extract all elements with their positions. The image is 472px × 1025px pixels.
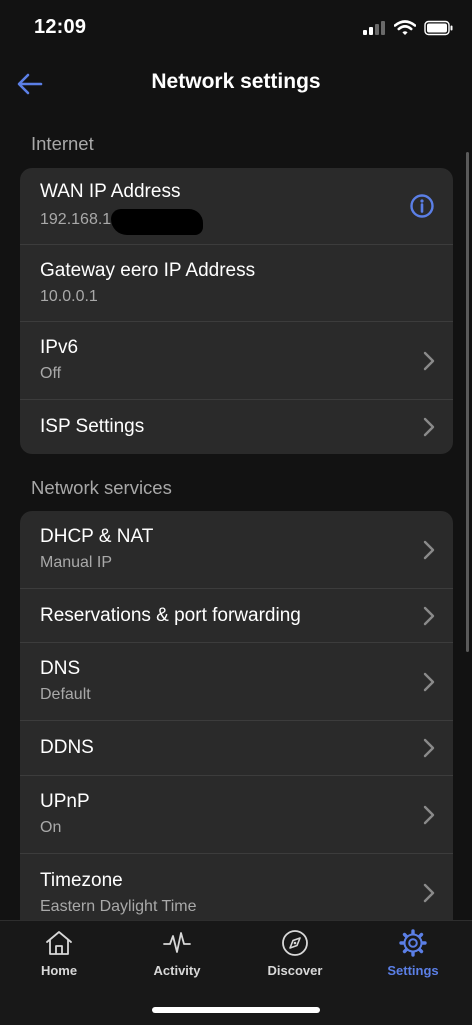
tab-discover[interactable]: Discover — [236, 929, 354, 978]
row-value: Off — [40, 365, 62, 382]
internet-card: WAN IP Address 192.168.1 Gateway eero IP… — [20, 168, 453, 454]
row-ddns[interactable]: DDNS — [20, 721, 453, 776]
row-value: 10.0.0.1 — [40, 287, 98, 305]
row-label: IPv6 — [40, 337, 79, 358]
tab-label: Home — [40, 963, 78, 978]
chevron-right-icon — [423, 417, 435, 437]
page-title: Network settings — [151, 70, 321, 93]
row-value: Default — [40, 686, 91, 703]
row-label: DNS — [40, 658, 81, 679]
row-ipv6[interactable]: IPv6 Off — [20, 322, 453, 400]
tab-label: Activity — [153, 963, 201, 978]
house-icon — [46, 931, 72, 955]
row-timezone[interactable]: Timezone Eastern Daylight Time — [20, 854, 453, 920]
wifi-icon — [394, 20, 416, 35]
row-label: UPnP — [40, 791, 90, 812]
row-dhcp-nat[interactable]: DHCP & NAT Manual IP — [20, 511, 453, 589]
chevron-right-icon — [423, 540, 435, 559]
row-dns[interactable]: DNS Default — [20, 643, 453, 721]
cellular-signal-icon — [363, 21, 385, 35]
row-isp-settings[interactable]: ISP Settings — [20, 400, 453, 454]
section-title-internet: Internet — [31, 133, 94, 154]
wan-ip-value: 192.168.1 — [40, 210, 112, 228]
tab-activity[interactable]: Activity — [118, 929, 236, 978]
row-value: Manual IP — [40, 554, 113, 571]
chevron-right-icon — [423, 883, 435, 903]
network-services-card: DHCP & NAT Manual IP Reservations & port… — [20, 511, 453, 920]
row-label: Reservations & port forwarding — [40, 604, 301, 626]
row-label: ISP Settings — [40, 416, 145, 437]
chevron-right-icon — [423, 805, 435, 824]
section-title-network-services: Network services — [31, 477, 172, 498]
settings-scroll-area[interactable]: Internet WAN IP Address 192.168.1 Gatewa… — [0, 118, 472, 920]
home-indicator[interactable] — [152, 1007, 320, 1013]
tab-label: Settings — [387, 963, 439, 978]
nav-bar: Network settings — [0, 58, 472, 110]
redaction-mark — [111, 208, 204, 235]
row-value: 192.168.1 — [40, 207, 393, 235]
row-label: WAN IP Address — [40, 180, 181, 202]
row-upnp[interactable]: UPnP On — [20, 776, 453, 854]
gear-icon — [399, 929, 427, 957]
row-gateway-eero-ip-address[interactable]: Gateway eero IP Address 10.0.0.1 — [20, 245, 453, 322]
row-wan-ip-address[interactable]: WAN IP Address 192.168.1 — [20, 168, 453, 245]
row-label: DHCP & NAT — [40, 526, 154, 547]
chevron-right-icon — [423, 738, 435, 758]
row-label: DDNS — [40, 737, 94, 758]
chevron-right-icon — [423, 672, 435, 691]
info-icon — [410, 194, 434, 218]
row-label: Timezone — [40, 869, 123, 891]
info-button[interactable] — [409, 193, 435, 219]
row-value: Eastern Daylight Time — [40, 897, 197, 915]
status-time: 12:09 — [34, 16, 87, 38]
status-icons — [362, 20, 454, 36]
tab-home[interactable]: Home — [0, 929, 118, 978]
tab-label: Discover — [267, 963, 323, 978]
row-value: On — [40, 819, 62, 836]
battery-icon — [424, 20, 453, 36]
pulse-icon — [163, 932, 191, 953]
row-reservations-port-forwarding[interactable]: Reservations & port forwarding — [20, 589, 453, 643]
compass-icon — [282, 930, 308, 956]
chevron-right-icon — [423, 351, 435, 370]
row-label: Gateway eero IP Address — [40, 259, 256, 281]
status-bar: 12:09 — [0, 0, 472, 56]
tab-settings[interactable]: Settings — [354, 929, 472, 978]
scrollbar[interactable] — [466, 152, 469, 652]
chevron-right-icon — [423, 606, 435, 625]
